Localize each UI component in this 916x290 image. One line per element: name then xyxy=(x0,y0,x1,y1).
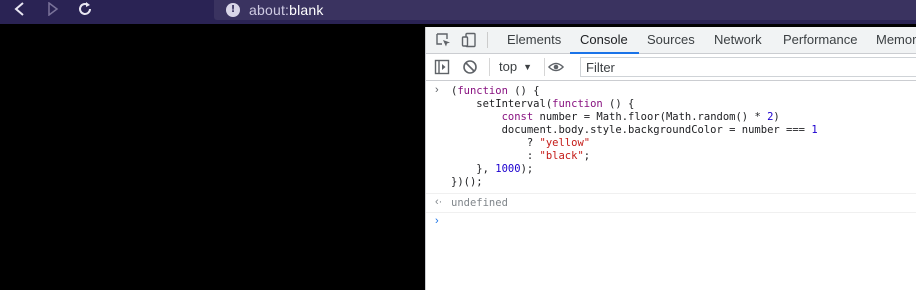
code-line: setInterval(function () { xyxy=(451,98,635,110)
tab-memory[interactable]: Memory xyxy=(876,27,916,53)
console-filter-input[interactable] xyxy=(580,57,916,77)
reload-icon xyxy=(79,2,91,15)
result-value: undefined xyxy=(451,197,508,209)
inspect-element-icon[interactable] xyxy=(435,32,451,48)
toolbar-separator xyxy=(544,58,545,76)
reload-button[interactable] xyxy=(75,0,95,18)
input-chevron-icon: › xyxy=(435,84,439,96)
forward-arrow-icon xyxy=(48,2,59,16)
console-input-message: › (function () { setInterval(function ()… xyxy=(426,81,916,198)
console-output: › (function () { setInterval(function ()… xyxy=(426,81,916,290)
forward-button[interactable] xyxy=(43,0,63,18)
console-prompt[interactable]: › xyxy=(426,213,916,290)
code-line: : "black"; xyxy=(451,150,591,162)
tab-console[interactable]: Console xyxy=(570,27,639,54)
code-line: }, 1000); xyxy=(451,163,534,175)
live-expression-eye-icon[interactable] xyxy=(548,59,564,75)
context-selector[interactable]: top ▼ xyxy=(499,54,532,80)
page-viewport xyxy=(0,24,425,290)
caret-down-icon: ▼ xyxy=(523,62,532,72)
url-text: about:blank xyxy=(249,2,324,18)
sidebar-toggle-icon[interactable] xyxy=(434,59,450,75)
browser-toolbar: ! about:blank xyxy=(0,0,916,24)
tab-network[interactable]: Network xyxy=(714,27,762,53)
code-line: ? "yellow" xyxy=(451,137,591,149)
devtools-tab-bar: Elements Console Sources Network Perform… xyxy=(426,27,916,54)
back-button[interactable] xyxy=(10,0,30,18)
tab-elements[interactable]: Elements xyxy=(507,27,561,53)
prompt-chevron-icon: › xyxy=(435,215,439,227)
tab-separator xyxy=(487,32,488,48)
console-result-message: ‹· undefined xyxy=(426,194,916,212)
code-line: const number = Math.floor(Math.random() … xyxy=(501,111,780,123)
code-line: document.body.style.backgroundColor = nu… xyxy=(451,124,818,136)
clear-console-icon[interactable] xyxy=(462,59,478,75)
result-arrow-icon: ‹· xyxy=(435,196,443,208)
tab-sources[interactable]: Sources xyxy=(647,27,695,53)
code-block: (function () { setInterval(function () {… xyxy=(451,85,818,189)
back-arrow-icon xyxy=(14,2,24,16)
tab-performance[interactable]: Performance xyxy=(783,27,857,53)
address-bar[interactable]: ! about:blank xyxy=(214,0,916,20)
toolbar-separator xyxy=(489,58,490,76)
info-icon[interactable]: ! xyxy=(226,3,240,17)
code-line: (function () { xyxy=(451,85,540,97)
console-toolbar: top ▼ xyxy=(426,54,916,81)
code-line: })(); xyxy=(451,176,483,188)
device-toolbar-icon[interactable] xyxy=(461,32,477,48)
devtools-panel: Elements Console Sources Network Perform… xyxy=(425,27,916,290)
